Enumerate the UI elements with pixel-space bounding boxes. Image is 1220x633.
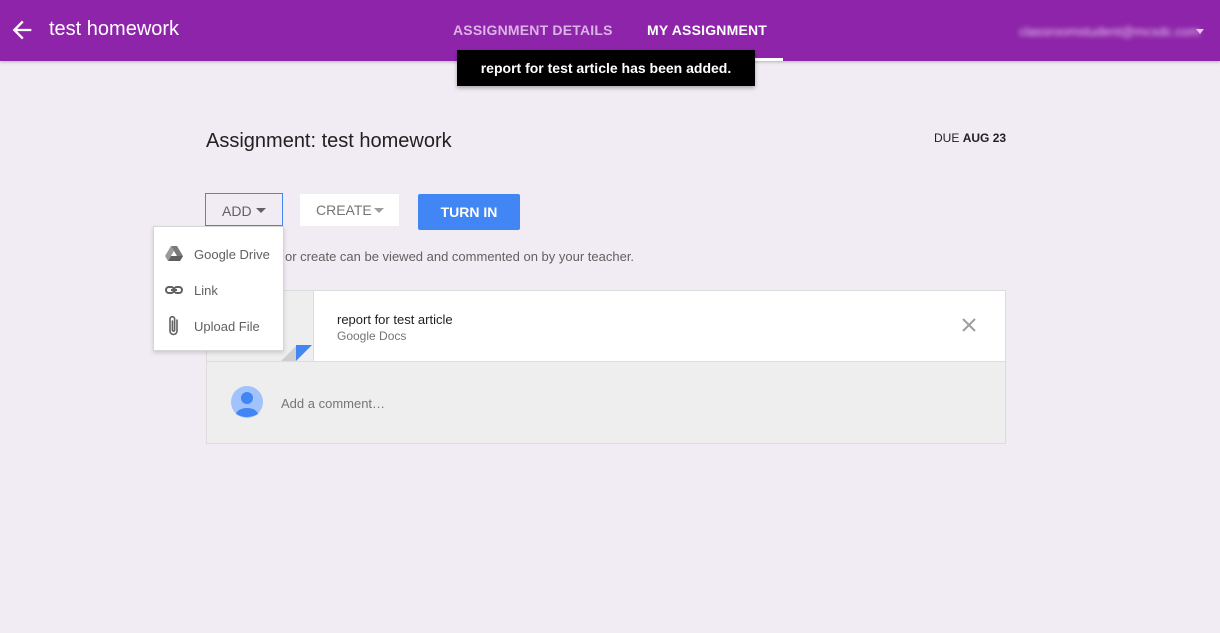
paperclip-icon	[165, 315, 183, 336]
attachment-card: report for test article Google Docs	[206, 290, 1006, 362]
attachment-title[interactable]: report for test article	[337, 312, 453, 327]
create-button-label: CREATE	[316, 202, 372, 218]
comment-input[interactable]	[279, 390, 883, 416]
menu-item-label: Upload File	[194, 319, 260, 334]
due-prefix: DUE	[934, 131, 960, 145]
due-date: DUE AUG 23	[934, 131, 1006, 145]
attachment-type: Google Docs	[337, 329, 407, 343]
menu-item-label: Google Drive	[194, 247, 270, 262]
turn-in-button[interactable]: TURN IN	[418, 194, 520, 230]
tab-assignment-details[interactable]: ASSIGNMENT DETAILS	[453, 22, 613, 38]
google-drive-icon	[165, 245, 183, 263]
account-email[interactable]: classroomstudent@mcsdc.com	[1019, 24, 1200, 39]
add-dropdown-menu: Google Drive Link Upload File	[153, 226, 284, 351]
tab-my-assignment[interactable]: MY ASSIGNMENT	[647, 22, 767, 38]
avatar	[231, 386, 263, 418]
create-button[interactable]: CREATE	[300, 194, 399, 226]
class-title: test homework	[49, 18, 180, 40]
comment-section	[206, 362, 1006, 444]
back-arrow-icon[interactable]	[8, 16, 36, 44]
menu-item-link[interactable]: Link	[154, 272, 283, 308]
add-button[interactable]: ADD	[205, 193, 283, 226]
close-icon[interactable]	[961, 317, 977, 333]
add-button-label: ADD	[222, 203, 252, 219]
link-icon	[165, 281, 183, 299]
toast-notification: report for test article has been added.	[457, 50, 755, 86]
due-date-value: AUG 23	[962, 131, 1007, 145]
account-dropdown-icon[interactable]	[1196, 29, 1204, 34]
chevron-down-icon	[374, 208, 384, 213]
helper-text: or create can be viewed and commented on…	[285, 249, 635, 264]
menu-item-label: Link	[194, 283, 218, 298]
chevron-down-icon	[256, 208, 266, 213]
menu-item-upload-file[interactable]: Upload File	[154, 308, 283, 344]
assignment-title: Assignment: test homework	[206, 130, 452, 152]
menu-item-google-drive[interactable]: Google Drive	[154, 236, 283, 272]
